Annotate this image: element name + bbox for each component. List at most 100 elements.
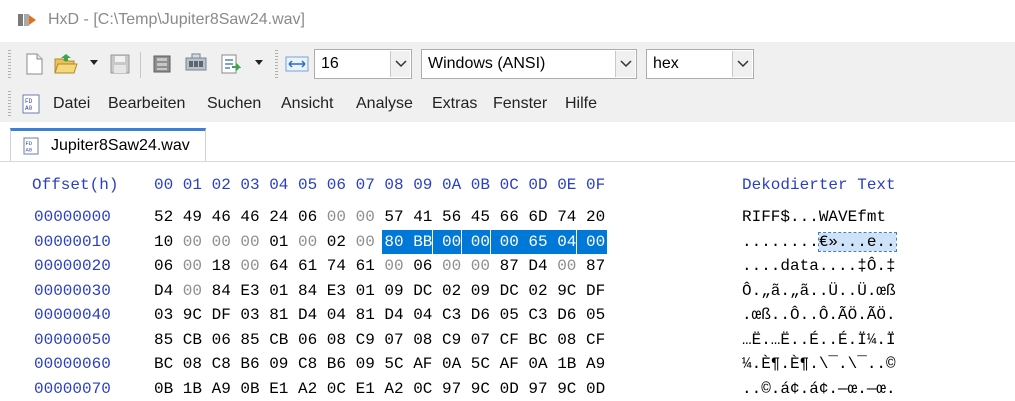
hex-byte[interactable]: 0A xyxy=(442,352,461,376)
hex-byte-selected[interactable]: 00 xyxy=(461,229,490,254)
hex-byte[interactable]: 05 xyxy=(500,303,519,327)
decoded-text[interactable]: …Ë.…Ë..É..É.Ï¼.Ï xyxy=(742,328,896,352)
hex-byte[interactable]: 0B xyxy=(154,377,173,401)
hex-byte[interactable]: 18 xyxy=(212,254,231,278)
hex-byte[interactable]: 84 xyxy=(298,279,317,303)
hex-row[interactable]: 00000070 0B 1B A9 0B E1 A2 0C E1 A2 0C 97 9C 0D 97 9C 0D… xyxy=(0,377,1015,401)
hex-byte[interactable]: 6D xyxy=(528,205,547,229)
hex-byte[interactable]: D4 xyxy=(298,303,317,327)
hex-byte[interactable]: 00 xyxy=(356,230,375,254)
export-button[interactable] xyxy=(218,52,242,76)
decoded-text[interactable]: ..©.á¢.á¢.—œ.—œ. xyxy=(742,377,896,401)
hex-byte-selected[interactable]: 04 xyxy=(548,229,577,254)
hex-byte[interactable]: CF xyxy=(586,328,605,352)
hex-row[interactable]: 00000050 85 CB 06 85 CB 06 08 C9 07 08 C9 07 CF BC 08 CF… xyxy=(0,328,1015,352)
hex-byte[interactable]: 66 xyxy=(500,205,519,229)
hex-byte[interactable]: 00 xyxy=(298,230,317,254)
hex-byte[interactable]: 49 xyxy=(183,205,202,229)
hex-byte[interactable]: 08 xyxy=(557,328,576,352)
hex-byte[interactable]: DF xyxy=(212,303,231,327)
hex-byte[interactable]: 00 xyxy=(212,230,231,254)
hex-byte[interactable]: 61 xyxy=(298,254,317,278)
menu-item-analyse[interactable]: Analyse xyxy=(356,95,413,113)
encoding-select[interactable]: Windows (ANSI) xyxy=(421,49,637,79)
hex-row[interactable]: 00000010 10 00 00 00 01 00 02 00 80 BB 00 00 00 65 04 00… xyxy=(0,229,1015,254)
bytes-per-row-select[interactable]: 16 xyxy=(314,49,412,79)
hex-byte[interactable]: 5C xyxy=(384,352,403,376)
hex-byte[interactable]: DC xyxy=(500,279,519,303)
hex-byte[interactable]: 41 xyxy=(413,205,432,229)
hex-row[interactable]: 00000060 BC 08 C8 B6 09 C8 B6 09 5C AF 0A 5C AF 0A 1B A9… xyxy=(0,352,1015,376)
hex-byte[interactable]: 9C xyxy=(471,377,490,401)
menubar-grip[interactable] xyxy=(8,91,11,117)
hex-byte[interactable]: 08 xyxy=(327,328,346,352)
hex-byte[interactable]: E1 xyxy=(269,377,288,401)
hex-byte[interactable]: 0D xyxy=(500,377,519,401)
hex-byte[interactable]: 03 xyxy=(154,303,173,327)
open-ram-button[interactable] xyxy=(184,52,208,76)
hex-byte[interactable]: 02 xyxy=(327,230,346,254)
hex-byte[interactable]: 02 xyxy=(442,279,461,303)
hex-byte[interactable]: CF xyxy=(500,328,519,352)
hex-byte[interactable]: 1B xyxy=(557,352,576,376)
hex-byte[interactable]: C3 xyxy=(442,303,461,327)
hex-byte[interactable]: 09 xyxy=(471,279,490,303)
hex-byte[interactable]: 57 xyxy=(384,205,403,229)
hex-byte[interactable]: BC xyxy=(528,328,547,352)
hex-byte[interactable]: D4 xyxy=(154,279,173,303)
hex-byte[interactable]: E3 xyxy=(327,279,346,303)
hex-byte[interactable]: AF xyxy=(500,352,519,376)
hex-byte[interactable]: 85 xyxy=(154,328,173,352)
hex-byte[interactable]: 00 xyxy=(384,254,403,278)
hex-byte[interactable]: AF xyxy=(413,352,432,376)
hex-byte[interactable]: 00 xyxy=(327,205,346,229)
hex-byte-selected[interactable]: 00 xyxy=(577,229,608,254)
hex-byte[interactable]: 01 xyxy=(356,279,375,303)
hex-byte[interactable]: E1 xyxy=(356,377,375,401)
hex-byte[interactable]: 74 xyxy=(557,205,576,229)
hex-byte[interactable]: 06 xyxy=(298,328,317,352)
open-disk-button[interactable] xyxy=(150,52,174,76)
hex-byte[interactable]: 07 xyxy=(384,328,403,352)
hex-byte[interactable]: 0A xyxy=(528,352,547,376)
menu-item-hilfe[interactable]: Hilfe xyxy=(565,95,597,113)
hex-byte[interactable]: 9C xyxy=(183,303,202,327)
hex-row[interactable]: 00000040 03 9C DF 03 81 D4 04 81 D4 04 C3 D6 05 C3 D6 05… xyxy=(0,303,1015,327)
hex-byte[interactable]: C9 xyxy=(356,328,375,352)
hex-byte[interactable]: 00 xyxy=(183,230,202,254)
open-dropdown-arrow[interactable] xyxy=(90,60,98,65)
open-file-button[interactable] xyxy=(54,52,78,76)
hex-byte-selected[interactable]: 00 xyxy=(490,229,519,254)
hex-byte-selected[interactable]: BB xyxy=(404,229,433,254)
hex-byte[interactable]: 05 xyxy=(586,303,605,327)
hex-row[interactable]: 00000000 52 49 46 46 24 06 00 00 57 41 56 45 66 6D 74 20… xyxy=(0,205,1015,229)
hex-byte[interactable]: 87 xyxy=(586,254,605,278)
decoded-text[interactable]: ........€»...e.. xyxy=(742,230,896,254)
hex-byte[interactable]: 02 xyxy=(528,279,547,303)
hex-byte[interactable]: 00 xyxy=(240,230,259,254)
menu-item-extras[interactable]: Extras xyxy=(432,95,477,113)
decoded-text[interactable]: .œß..Ô..Ô.ÃÖ.ÃÖ. xyxy=(742,303,896,327)
menu-item-bearbeiten[interactable]: Bearbeiten xyxy=(108,95,185,113)
hex-byte[interactable]: 10 xyxy=(154,230,173,254)
hex-byte[interactable]: C9 xyxy=(442,328,461,352)
hex-byte[interactable]: 06 xyxy=(298,205,317,229)
hex-editor-view[interactable]: Offset(h) 00 01 02 03 04 05 06 07 08 09 0A 0B 0C 0D 0E… xyxy=(0,162,1015,398)
decoded-text[interactable]: Ô.„ã.„ã..Ü..Ü.œß xyxy=(742,279,896,303)
hex-byte[interactable]: 9C xyxy=(557,377,576,401)
hex-row[interactable]: 00000020 06 00 18 00 64 61 74 61 00 06 00 00 87 D4 00 87… xyxy=(0,254,1015,278)
hex-byte[interactable]: 09 xyxy=(356,352,375,376)
hex-byte-selected[interactable]: 65 xyxy=(519,229,548,254)
hex-byte[interactable]: B6 xyxy=(327,352,346,376)
hex-byte[interactable]: 01 xyxy=(269,230,288,254)
decoded-text[interactable]: ....data....‡Ô.‡ xyxy=(742,254,896,278)
hex-byte[interactable]: B6 xyxy=(240,352,259,376)
hex-byte[interactable]: 56 xyxy=(442,205,461,229)
hex-byte[interactable]: 01 xyxy=(269,279,288,303)
hex-byte[interactable]: 85 xyxy=(240,328,259,352)
hex-byte[interactable]: A9 xyxy=(212,377,231,401)
hex-byte[interactable]: A9 xyxy=(586,352,605,376)
hex-row[interactable]: 00000030 D4 00 84 E3 01 84 E3 01 09 DC 02 09 DC 02 9C DF… xyxy=(0,279,1015,303)
hex-byte[interactable]: 0D xyxy=(586,377,605,401)
chevron-down-icon[interactable] xyxy=(732,51,752,77)
